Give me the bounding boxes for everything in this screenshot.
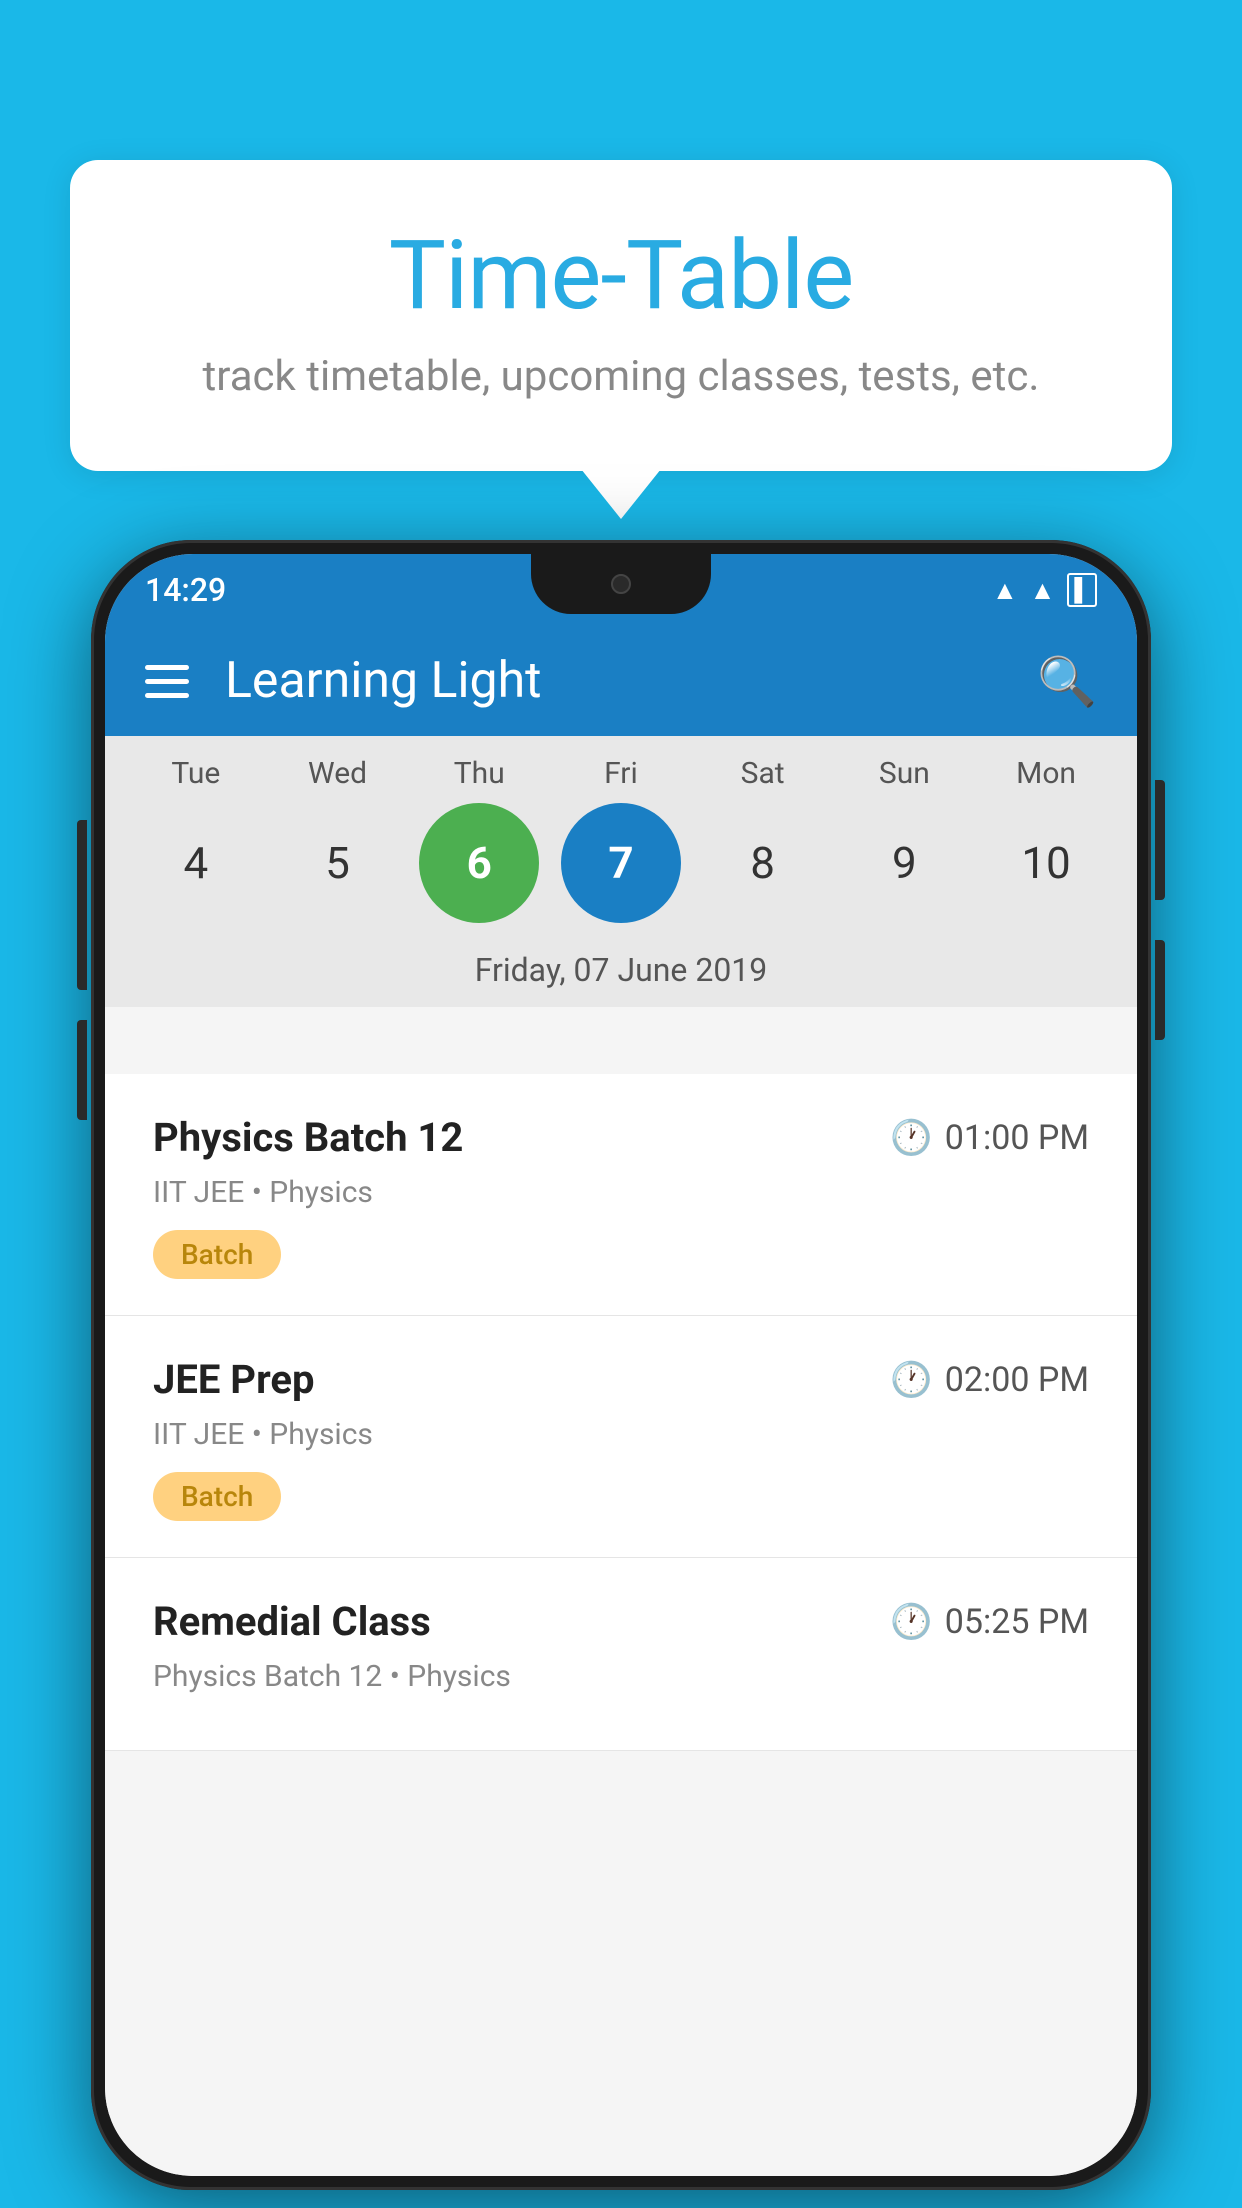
selected-date-label: Friday, 07 June 2019 bbox=[105, 943, 1137, 1007]
app-bar: Learning Light 🔍 bbox=[105, 626, 1137, 736]
day-7-selected[interactable]: 7 bbox=[561, 803, 681, 923]
clock-icon-3: 🕐 bbox=[890, 1602, 932, 1642]
status-icons: ▲ ▲ ▌ bbox=[992, 573, 1097, 607]
signal-icon: ▲ bbox=[1030, 575, 1056, 606]
notch bbox=[531, 554, 711, 614]
class-item-1-header: Physics Batch 12 🕐 01:00 PM bbox=[153, 1114, 1089, 1161]
phone-mockup: 14:29 ▲ ▲ ▌ Learning Light 🔍 bbox=[91, 540, 1151, 2190]
class-item-1-badge: Batch bbox=[153, 1230, 281, 1279]
app-title: Learning Light bbox=[225, 652, 1037, 710]
class-item-2-time-value: 02:00 PM bbox=[945, 1360, 1089, 1400]
day-header-wed: Wed bbox=[278, 756, 398, 791]
day-header-mon: Mon bbox=[986, 756, 1106, 791]
tooltip-title: Time-Table bbox=[130, 220, 1112, 332]
day-4[interactable]: 4 bbox=[136, 803, 256, 923]
wifi-icon: ▲ bbox=[992, 575, 1018, 606]
phone-screen: 14:29 ▲ ▲ ▌ Learning Light 🔍 bbox=[105, 554, 1137, 2176]
class-item-1-name: Physics Batch 12 bbox=[153, 1114, 463, 1161]
day-header-thu: Thu bbox=[419, 756, 539, 791]
class-item-1[interactable]: Physics Batch 12 🕐 01:00 PM IIT JEE • Ph… bbox=[105, 1074, 1137, 1316]
day-header-tue: Tue bbox=[136, 756, 256, 791]
day-9[interactable]: 9 bbox=[844, 803, 964, 923]
camera bbox=[611, 574, 631, 594]
class-item-1-time: 🕐 01:00 PM bbox=[890, 1118, 1089, 1158]
class-item-1-time-value: 01:00 PM bbox=[945, 1118, 1089, 1158]
class-list: Physics Batch 12 🕐 01:00 PM IIT JEE • Ph… bbox=[105, 1074, 1137, 2176]
class-item-3-time: 🕐 05:25 PM bbox=[890, 1602, 1089, 1642]
day-headers: Tue Wed Thu Fri Sat Sun Mon bbox=[105, 756, 1137, 803]
day-header-sat: Sat bbox=[703, 756, 823, 791]
class-item-3[interactable]: Remedial Class 🕐 05:25 PM Physics Batch … bbox=[105, 1558, 1137, 1751]
day-8[interactable]: 8 bbox=[703, 803, 823, 923]
class-item-2-name: JEE Prep bbox=[153, 1356, 314, 1403]
clock-icon-2: 🕐 bbox=[890, 1360, 932, 1400]
day-header-fri: Fri bbox=[561, 756, 681, 791]
phone-frame: 14:29 ▲ ▲ ▌ Learning Light 🔍 bbox=[91, 540, 1151, 2190]
day-6-today[interactable]: 6 bbox=[419, 803, 539, 923]
class-item-3-subject: Physics Batch 12 • Physics bbox=[153, 1659, 1089, 1694]
status-time: 14:29 bbox=[145, 571, 226, 609]
search-icon[interactable]: 🔍 bbox=[1037, 653, 1097, 710]
clock-icon-1: 🕐 bbox=[890, 1118, 932, 1158]
day-10[interactable]: 10 bbox=[986, 803, 1106, 923]
class-item-3-header: Remedial Class 🕐 05:25 PM bbox=[153, 1598, 1089, 1645]
class-item-2-subject: IIT JEE • Physics bbox=[153, 1417, 1089, 1452]
class-item-1-subject: IIT JEE • Physics bbox=[153, 1175, 1089, 1210]
day-5[interactable]: 5 bbox=[278, 803, 398, 923]
calendar-strip: Tue Wed Thu Fri Sat Sun Mon 4 5 6 7 8 9 … bbox=[105, 736, 1137, 1007]
tooltip-card: Time-Table track timetable, upcoming cla… bbox=[70, 160, 1172, 471]
class-item-3-time-value: 05:25 PM bbox=[945, 1602, 1089, 1642]
hamburger-menu-icon[interactable] bbox=[145, 665, 189, 698]
tooltip-subtitle: track timetable, upcoming classes, tests… bbox=[130, 352, 1112, 401]
day-header-sun: Sun bbox=[844, 756, 964, 791]
day-numbers: 4 5 6 7 8 9 10 bbox=[105, 803, 1137, 943]
class-item-2-header: JEE Prep 🕐 02:00 PM bbox=[153, 1356, 1089, 1403]
class-item-2-time: 🕐 02:00 PM bbox=[890, 1360, 1089, 1400]
class-item-2-badge: Batch bbox=[153, 1472, 281, 1521]
class-item-2[interactable]: JEE Prep 🕐 02:00 PM IIT JEE • Physics Ba… bbox=[105, 1316, 1137, 1558]
class-item-3-name: Remedial Class bbox=[153, 1598, 431, 1645]
battery-icon: ▌ bbox=[1067, 573, 1097, 607]
